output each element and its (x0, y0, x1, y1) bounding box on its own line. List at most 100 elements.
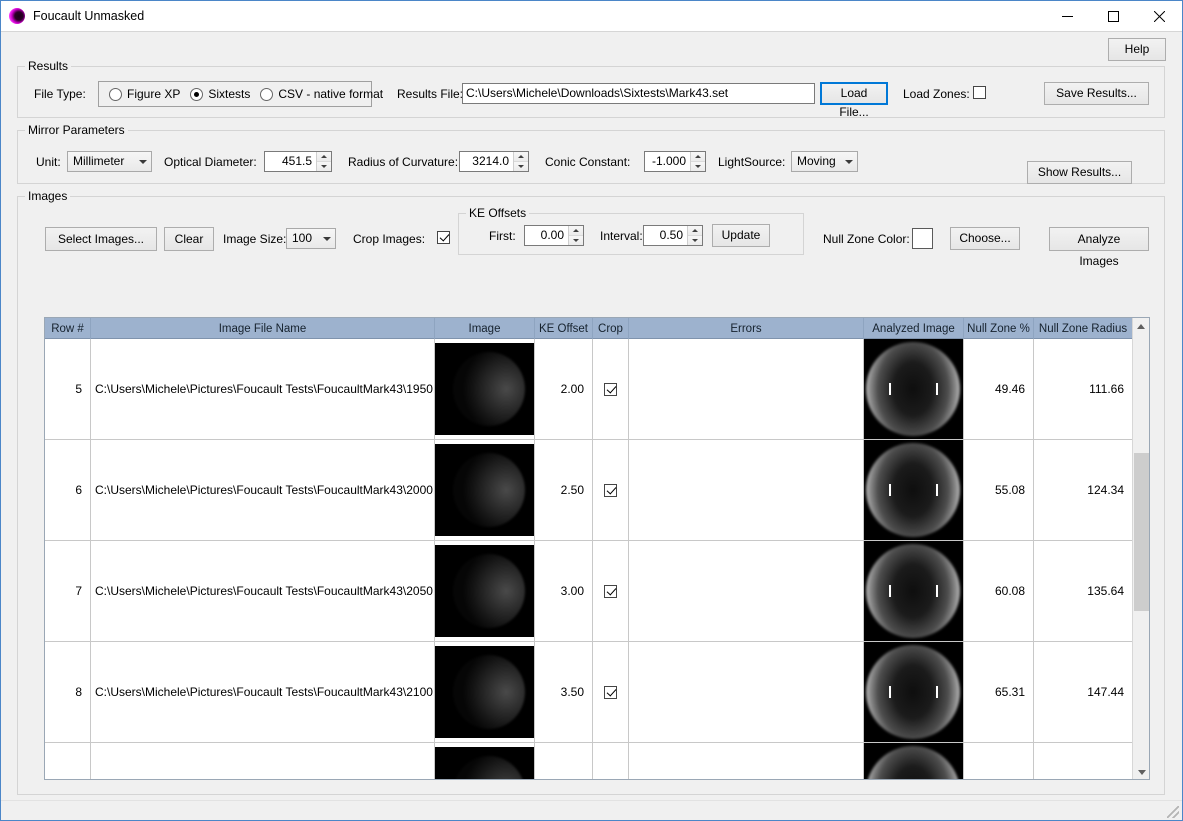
optical-diameter-value: 451.5 (281, 154, 312, 168)
radio-label: CSV - native format (278, 87, 384, 101)
load-file-button[interactable]: Load File... (820, 82, 888, 119)
radius-of-curvature-stepper[interactable]: 3214.0 (459, 151, 529, 172)
crop-row-checkbox[interactable] (604, 584, 617, 598)
resize-grip-icon[interactable] (1167, 806, 1179, 818)
cell-row-num: 6 (45, 440, 91, 540)
image-size-select[interactable]: 100 (286, 228, 336, 249)
show-results-button[interactable]: Show Results... (1027, 161, 1132, 184)
results-group-legend: Results (25, 59, 72, 73)
column-header-errors[interactable]: Errors (629, 318, 864, 339)
cell-crop[interactable] (593, 541, 629, 641)
cell-image-thumbnail[interactable] (435, 440, 535, 540)
table-body: 5 C:\Users\Michele\Pictures\Foucault Tes… (45, 339, 1149, 779)
chevron-down-icon (135, 159, 151, 164)
cell-image-thumbnail[interactable] (435, 642, 535, 742)
crop-row-checkbox[interactable] (604, 685, 617, 699)
file-type-label: File Type: (34, 87, 86, 101)
table-row[interactable]: 8 C:\Users\Michele\Pictures\Foucault Tes… (45, 642, 1149, 743)
crop-row-checkbox[interactable] (604, 382, 617, 396)
analyzed-foucault-image-icon (864, 440, 963, 540)
column-header-crop[interactable]: Crop (593, 318, 629, 339)
table-row[interactable]: 6 C:\Users\Michele\Pictures\Foucault Tes… (45, 440, 1149, 541)
radius-of-curvature-label: Radius of Curvature: (348, 155, 459, 169)
column-header-image[interactable]: Image (435, 318, 535, 339)
cell-analyzed-image[interactable] (864, 541, 964, 641)
scroll-up-icon[interactable] (1133, 318, 1149, 335)
results-group: Results File Type: Figure XP Sixtests CS… (17, 59, 1165, 119)
table-row[interactable]: 9 C:\Users\Michele\Pictures\Foucault Tes… (45, 743, 1149, 779)
crop-row-checkbox[interactable] (604, 483, 617, 497)
scrollbar-thumb[interactable] (1134, 453, 1149, 611)
cell-analyzed-image[interactable] (864, 440, 964, 540)
cell-image-thumbnail[interactable] (435, 541, 535, 641)
foucault-image-icon (435, 343, 534, 435)
radio-csv-native-format[interactable]: CSV - native format (260, 87, 383, 101)
cell-analyzed-image[interactable] (864, 642, 964, 742)
cell-ke-offset: 2.50 (535, 440, 593, 540)
lightsource-select[interactable]: Moving (791, 151, 858, 172)
close-icon[interactable] (1136, 1, 1182, 31)
stepper-arrows-icon[interactable] (687, 226, 702, 245)
maximize-icon[interactable] (1090, 1, 1136, 31)
stepper-arrows-icon[interactable] (568, 226, 583, 245)
analyzed-foucault-image-icon (864, 642, 963, 742)
cell-image-thumbnail[interactable] (435, 743, 535, 779)
help-button[interactable]: Help (1108, 38, 1166, 61)
radio-dot-icon (190, 87, 204, 101)
radio-figure-xp[interactable]: Figure XP (109, 87, 180, 101)
stepper-arrows-icon[interactable] (690, 152, 705, 171)
radio-sixtests[interactable]: Sixtests (190, 87, 250, 101)
cell-null-zone-pct: 70.60 (964, 743, 1034, 779)
images-group-legend: Images (25, 189, 71, 203)
cell-crop[interactable] (593, 339, 629, 439)
chevron-down-icon (319, 236, 335, 241)
cell-null-zone-pct: 65.31 (964, 642, 1034, 742)
scroll-down-icon[interactable] (1133, 764, 1149, 779)
ke-first-stepper[interactable]: 0.00 (524, 225, 584, 246)
cell-row-num: 5 (45, 339, 91, 439)
cell-analyzed-image[interactable] (864, 339, 964, 439)
mirror-group-legend: Mirror Parameters (25, 123, 128, 137)
lightsource-select-value: Moving (797, 154, 836, 168)
results-file-input[interactable]: C:\Users\Michele\Downloads\Sixtests\Mark… (462, 83, 815, 104)
analyzed-foucault-image-icon (864, 339, 963, 439)
ke-interval-value: 0.50 (659, 228, 683, 242)
application-window: Foucault Unmasked Help Results File Type… (0, 0, 1183, 821)
column-header-analyzed-image[interactable]: Analyzed Image (864, 318, 964, 339)
cell-crop[interactable] (593, 440, 629, 540)
minimize-icon[interactable] (1044, 1, 1090, 31)
stepper-arrows-icon[interactable] (316, 152, 331, 171)
column-header-null-zone-radius[interactable]: Null Zone Radius (1034, 318, 1132, 339)
column-header-row-num[interactable]: Row # (45, 318, 91, 339)
crop-images-checkbox[interactable] (437, 231, 450, 244)
select-images-button[interactable]: Select Images... (45, 227, 157, 251)
cell-image-thumbnail[interactable] (435, 339, 535, 439)
cell-ke-offset: 3.50 (535, 642, 593, 742)
table-row[interactable]: 7 C:\Users\Michele\Pictures\Foucault Tes… (45, 541, 1149, 642)
table-vertical-scrollbar[interactable] (1132, 318, 1149, 779)
radio-label: Figure XP (127, 87, 181, 101)
choose-color-button[interactable]: Choose... (950, 227, 1020, 250)
table-row[interactable]: 5 C:\Users\Michele\Pictures\Foucault Tes… (45, 339, 1149, 440)
cell-crop[interactable] (593, 642, 629, 742)
unit-select[interactable]: Millimeter (67, 151, 152, 172)
ke-interval-stepper[interactable]: 0.50 (643, 225, 703, 246)
cell-crop[interactable] (593, 743, 629, 779)
column-header-ke-offset[interactable]: KE Offset (535, 318, 593, 339)
clear-button[interactable]: Clear (164, 227, 214, 251)
optical-diameter-stepper[interactable]: 451.5 (264, 151, 332, 172)
load-zones-checkbox[interactable] (973, 86, 986, 99)
save-results-button[interactable]: Save Results... (1044, 82, 1149, 105)
ke-update-button[interactable]: Update (712, 224, 770, 247)
stepper-arrows-icon[interactable] (513, 152, 528, 171)
column-header-image-file-name[interactable]: Image File Name (91, 318, 435, 339)
cell-errors (629, 541, 864, 641)
cell-analyzed-image[interactable] (864, 743, 964, 779)
null-zone-color-swatch[interactable] (912, 228, 933, 249)
analyze-images-button[interactable]: Analyze Images (1049, 227, 1149, 268)
column-header-null-zone-pct[interactable]: Null Zone % (964, 318, 1034, 339)
cell-ke-offset: 3.00 (535, 541, 593, 641)
cell-null-zone-pct: 49.46 (964, 339, 1034, 439)
conic-constant-stepper[interactable]: -1.000 (644, 151, 706, 172)
cell-row-num: 8 (45, 642, 91, 742)
